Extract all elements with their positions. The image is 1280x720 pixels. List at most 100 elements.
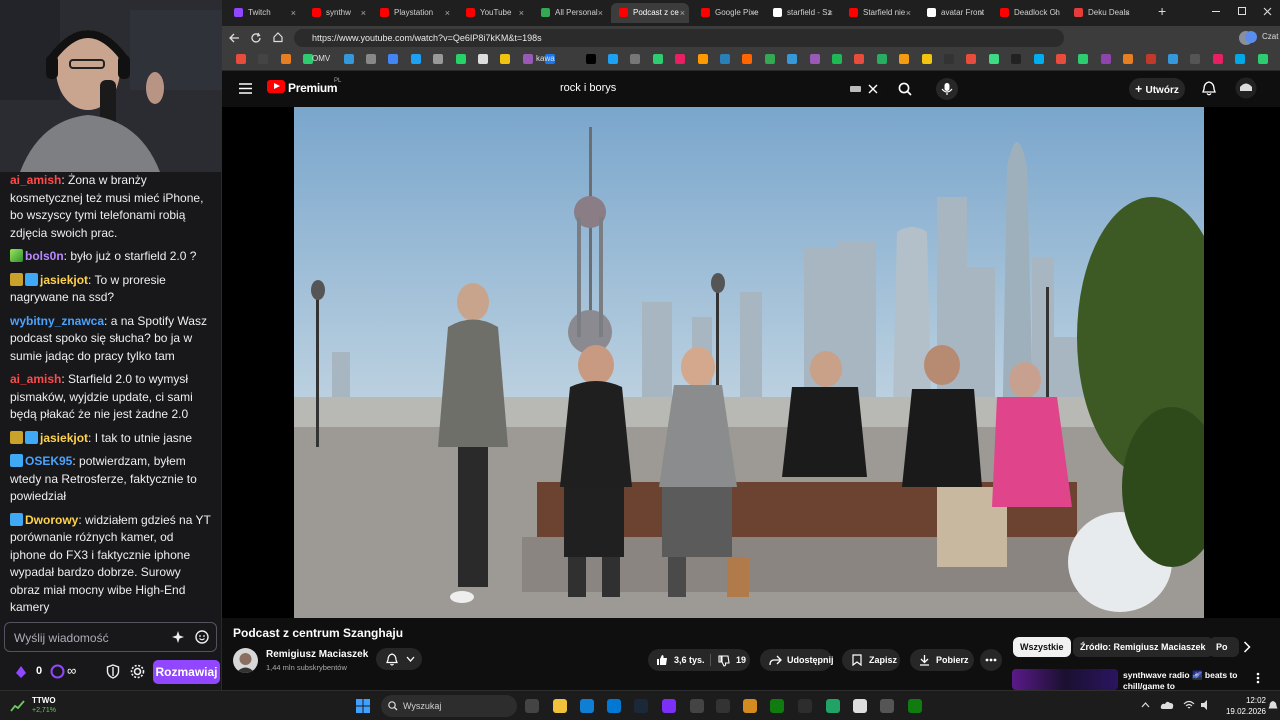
menu-icon[interactable] (239, 83, 252, 94)
wifi-icon[interactable] (1183, 699, 1195, 711)
bookmark-favicon-icon[interactable] (720, 54, 730, 64)
like-count[interactable]: 3,6 tys. (674, 649, 705, 671)
kebab-menu-icon[interactable] (1256, 672, 1260, 684)
sub-badge-icon[interactable] (25, 272, 38, 286)
search-input[interactable]: rock i borys (548, 76, 888, 102)
steam-icon[interactable] (634, 699, 648, 713)
bookmark-favicon-icon[interactable] (652, 54, 663, 64)
notifications-bell-icon[interactable] (1202, 81, 1216, 96)
minimize-button[interactable] (1212, 11, 1220, 12)
bookmark-kawa[interactable]: kawa (536, 54, 555, 63)
rock-badge-icon[interactable] (10, 430, 23, 444)
bits-icon[interactable] (14, 665, 28, 679)
browser-tab[interactable]: All Personal × (533, 3, 607, 23)
system-clock[interactable]: 12:02 19.02.2026 (1222, 695, 1266, 717)
xbox-icon[interactable] (770, 699, 784, 713)
bookmark-favicon-icon[interactable] (1235, 54, 1246, 64)
chat-input[interactable]: Wyślij wiadomość (4, 622, 217, 652)
new-tab-button[interactable]: + (1158, 3, 1166, 19)
bookmark-favicon-icon[interactable] (343, 54, 354, 64)
tab-close-icon[interactable]: × (752, 3, 757, 23)
home-icon[interactable] (272, 31, 284, 43)
bookmark-favicon-icon[interactable] (236, 54, 246, 64)
video-player[interactable] (222, 107, 1280, 618)
bookmark-favicon-icon[interactable] (742, 54, 753, 64)
document-icon[interactable] (853, 699, 867, 713)
tab-close-icon[interactable]: × (828, 3, 833, 23)
channel-points-icon[interactable] (50, 664, 65, 679)
bookmark-favicon-icon[interactable] (944, 54, 954, 64)
bookmark-favicon-icon[interactable] (478, 54, 488, 64)
notes-icon[interactable] (743, 699, 757, 713)
maps-pin-icon[interactable] (690, 699, 704, 713)
bookmark-favicon-icon[interactable] (455, 54, 466, 64)
bookmark-favicon-icon[interactable] (1168, 54, 1178, 64)
tab-close-icon[interactable]: × (361, 3, 366, 23)
download-button[interactable]: Pobierz (910, 649, 974, 671)
browser-tab[interactable]: Twitch × (226, 3, 300, 23)
bookmark-favicon-icon[interactable] (280, 54, 291, 64)
browser-tab[interactable]: starfield - Sz × (765, 3, 837, 23)
tab-close-icon[interactable]: × (519, 3, 524, 23)
bookmark-favicon-icon[interactable] (832, 54, 842, 64)
subscription-bell-button[interactable] (376, 648, 422, 670)
bookmark-favicon-icon[interactable] (433, 54, 444, 64)
url-field[interactable]: https://www.youtube.com/watch?v=Qe6IP8i7… (294, 29, 1064, 47)
bookmark-favicon-icon[interactable] (1033, 54, 1044, 64)
windows-start-icon[interactable] (356, 699, 370, 713)
chat-username[interactable]: bols0n (25, 249, 64, 263)
task-view-icon[interactable] (525, 699, 539, 713)
chat-username[interactable]: jasiekjot (40, 431, 88, 445)
bookmark-favicon-icon[interactable] (500, 54, 511, 64)
shield-icon[interactable] (106, 664, 120, 679)
browser-tab[interactable]: avatar Front × (919, 3, 988, 23)
channel-name[interactable]: Remigiusz Maciaszek (266, 649, 368, 660)
share-button[interactable]: Udostępnij (760, 649, 834, 671)
microphone-icon[interactable] (933, 78, 961, 100)
stock-ticker[interactable]: TTWO (32, 696, 56, 705)
browser-tab[interactable]: synthw × (304, 3, 370, 23)
bookmark-favicon-icon[interactable] (258, 54, 269, 64)
bookmark-favicon-icon[interactable] (522, 54, 533, 64)
browser-tab[interactable]: Deadlock Ch × (992, 3, 1062, 23)
media-player-icon[interactable] (880, 699, 894, 713)
speaker-icon[interactable] (1200, 699, 1212, 711)
browser-tab[interactable]: Podcast z ce × (611, 3, 689, 23)
chat-send-button[interactable]: Rozmawiaj (153, 660, 220, 684)
bookmark-favicon-icon[interactable] (1212, 54, 1223, 64)
tab-close-icon[interactable]: × (291, 3, 296, 23)
bookmark-favicon-icon[interactable] (1078, 54, 1089, 64)
chat-username[interactable]: jasiekjot (40, 273, 88, 287)
chat-username[interactable]: ai_amish (10, 372, 61, 386)
chip-source-channel[interactable]: Źródło: Remigiusz Maciaszek (1073, 637, 1213, 657)
bookmark-favicon-icon[interactable] (697, 54, 708, 64)
create-button[interactable]: + Utwórz (1129, 78, 1185, 100)
chat-sidebar-label[interactable]: Czat (1262, 32, 1278, 41)
emoji-icon[interactable] (195, 630, 209, 644)
copilot-icon[interactable] (1244, 30, 1258, 44)
chevron-right-icon[interactable] (1243, 641, 1251, 653)
taskbar-search[interactable]: Wyszukaj (381, 695, 517, 717)
search-icon[interactable] (898, 82, 912, 96)
dislike-count[interactable]: 19 (736, 649, 746, 671)
browser-tab[interactable]: Playstation × (372, 3, 454, 23)
browser-tab[interactable]: Deku Deals × (1066, 3, 1134, 23)
account-avatar-icon[interactable] (1235, 77, 1257, 99)
bookmark-favicon-icon[interactable] (876, 54, 887, 64)
youtube-logo-icon[interactable] (267, 80, 285, 93)
notification-bell-icon[interactable] (1268, 700, 1278, 711)
tab-close-icon[interactable]: × (445, 3, 450, 23)
bookmark-favicon-icon[interactable] (809, 54, 820, 64)
rock-badge-icon[interactable] (10, 272, 23, 286)
tab-close-icon[interactable]: × (906, 3, 911, 23)
store-icon[interactable] (607, 699, 621, 713)
bookmark-omv[interactable]: OMV (312, 54, 330, 63)
bookmark-favicon-icon[interactable] (921, 54, 932, 64)
sub-badge-icon[interactable] (10, 512, 23, 526)
chat-username[interactable]: wybitny_znawca (10, 314, 104, 328)
bits-badge-icon[interactable] (10, 249, 23, 262)
chat-username[interactable]: Dworowy (25, 513, 78, 527)
game-bar-icon[interactable] (908, 699, 922, 713)
terminal-icon[interactable] (716, 699, 730, 713)
tab-close-icon[interactable]: × (598, 3, 603, 23)
